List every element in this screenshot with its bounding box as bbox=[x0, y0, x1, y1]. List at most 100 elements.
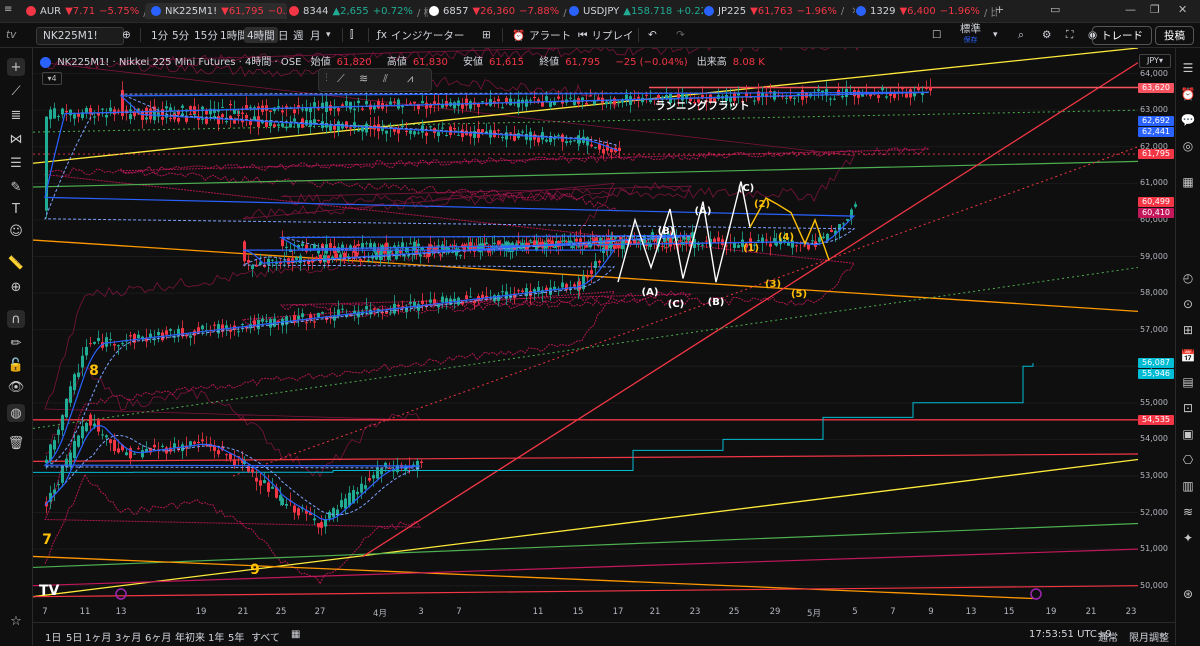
draw-line-icon[interactable]: ⟋ bbox=[337, 72, 345, 86]
replay-button[interactable]: ⏮ リプレイ bbox=[578, 27, 633, 43]
draw-channel-icon[interactable]: ⫽ bbox=[383, 72, 388, 86]
time-axis[interactable]: 7 11 13 19 21 25 27 4月 3 7 11 15 17 21 23 25 29 5月 5 7 9 13 15… bbox=[33, 604, 1138, 620]
range-button[interactable]: 年初来 bbox=[175, 629, 205, 644]
wave-label[interactable]: (3) bbox=[765, 279, 781, 290]
wave-label[interactable]: (A) bbox=[642, 287, 659, 298]
range-button[interactable]: 5日 bbox=[66, 629, 82, 644]
wave-label[interactable]: (A) bbox=[695, 206, 712, 217]
layout-name[interactable]: 標準 保存 bbox=[960, 24, 981, 45]
tab-1329[interactable]: 1329▼6,400−1.96%/ 比較✕ bbox=[850, 3, 997, 19]
range-button[interactable]: 1年 bbox=[208, 629, 224, 644]
wave-label[interactable]: (B) bbox=[708, 297, 725, 308]
draw-fib-icon[interactable]: ≋ bbox=[359, 72, 368, 85]
tab-usdjpy[interactable]: USDJPY▲158.718+0.22%✕ bbox=[563, 3, 703, 19]
tab-aur[interactable]: AUR▼7.71−5.75%/ 標準✕ bbox=[20, 3, 150, 19]
tab-nk225m1[interactable]: NK225M1!▼61,795−0.39%✕ bbox=[145, 3, 287, 19]
minimize-icon[interactable]: — bbox=[1125, 3, 1136, 16]
heatmap-icon[interactable]: ▥ bbox=[1180, 478, 1196, 494]
redo-icon[interactable]: ↷ bbox=[676, 27, 685, 43]
running-flat-annotation[interactable]: ランニングフラット bbox=[655, 98, 750, 113]
alerts-icon[interactable]: ⏰ bbox=[1180, 86, 1196, 102]
range-button[interactable]: 1日 bbox=[45, 629, 61, 644]
settings-icon[interactable]: ⚙ bbox=[1042, 27, 1051, 43]
depth-icon[interactable]: ≋ bbox=[1180, 504, 1196, 520]
hotlist-icon[interactable]: ⊡ bbox=[1180, 400, 1196, 416]
text-icon[interactable]: T bbox=[7, 200, 25, 218]
crosshair-icon[interactable]: + bbox=[7, 58, 25, 76]
interval-1m[interactable]: 1分 bbox=[151, 27, 168, 43]
undo-icon[interactable]: ↶ bbox=[648, 27, 657, 43]
fullscreen-icon[interactable]: ⛶ bbox=[1066, 27, 1073, 43]
brush-icon[interactable]: ✎ bbox=[7, 178, 25, 196]
range-button[interactable]: 3ヶ月 bbox=[115, 629, 141, 644]
layout-icon[interactable]: ▭ bbox=[1050, 3, 1060, 16]
chat-icon[interactable]: 💬 bbox=[1180, 112, 1196, 128]
zoom-icon[interactable]: ⊕ bbox=[7, 278, 25, 296]
wave-label[interactable]: (2) bbox=[754, 199, 770, 210]
new-tab-icon[interactable]: + bbox=[995, 3, 1004, 16]
wave-label[interactable]: (5) bbox=[791, 289, 807, 300]
magnet-icon[interactable]: ∩ bbox=[7, 310, 25, 328]
interval-15m[interactable]: 15分 bbox=[194, 27, 218, 43]
templates-icon[interactable]: ⊞ bbox=[482, 27, 491, 43]
pattern-icon[interactable]: ⋈ bbox=[7, 130, 25, 148]
notes-icon[interactable]: ▣ bbox=[1180, 426, 1196, 442]
quick-search-icon[interactable]: ⌕ bbox=[1018, 27, 1024, 43]
indicator-count-badge[interactable]: ▾4 bbox=[42, 72, 62, 85]
tab-8344[interactable]: 8344▲2,655+0.72%/ 標準✕ bbox=[283, 3, 428, 19]
candle-type-icon[interactable]: ⫿ bbox=[350, 27, 353, 43]
interval-week[interactable]: 週 bbox=[293, 27, 304, 43]
interval-4h[interactable]: 4時間 bbox=[244, 27, 278, 43]
price-chart[interactable]: TV bbox=[33, 48, 1138, 604]
tab-jp225[interactable]: JP225▼61,763−1.96%/✕ bbox=[698, 3, 855, 19]
screener-icon[interactable]: ⊞ bbox=[1180, 322, 1196, 338]
ideas-icon[interactable]: ◎ bbox=[1180, 138, 1196, 154]
calendar-icon[interactable]: ▦ bbox=[1180, 174, 1196, 190]
wave-label[interactable]: (C) bbox=[738, 183, 754, 194]
interval-day[interactable]: 日 bbox=[278, 27, 289, 43]
wave-label[interactable]: (B) bbox=[658, 226, 675, 237]
calendar2-icon[interactable]: 📅 bbox=[1180, 348, 1196, 364]
lock-drawing-icon[interactable]: ✏ bbox=[7, 334, 25, 352]
range-button[interactable]: 1ヶ月 bbox=[85, 629, 111, 644]
layout-box-icon[interactable]: ☐ bbox=[932, 27, 941, 43]
date-range-icon[interactable]: ▦ bbox=[291, 629, 300, 640]
interval-5m[interactable]: 5分 bbox=[172, 27, 189, 43]
trendline-icon[interactable]: ⟋ bbox=[7, 82, 25, 100]
stats-icon[interactable]: ▤ bbox=[1180, 374, 1196, 390]
trash-icon[interactable]: 🗑 bbox=[7, 434, 25, 452]
session-toggle[interactable]: 通常 bbox=[1098, 629, 1118, 644]
range-button[interactable]: 5年 bbox=[228, 629, 244, 644]
maximize-icon[interactable]: ❐ bbox=[1150, 3, 1160, 16]
news-icon[interactable]: ◴ bbox=[1180, 270, 1196, 286]
tab-6857[interactable]: 6857▼26,360−7.88%/ 標✕ bbox=[423, 3, 568, 19]
drag-handle-icon[interactable]: ⋮ bbox=[322, 73, 331, 83]
favorites-star-icon[interactable]: ☆ bbox=[7, 612, 25, 630]
wave-label[interactable]: 7 bbox=[42, 532, 52, 548]
chain-icon[interactable]: ⎔ bbox=[1180, 452, 1196, 468]
interval-month[interactable]: 月 bbox=[310, 27, 321, 43]
range-button[interactable]: すべて bbox=[251, 629, 280, 644]
emoji-icon[interactable]: ☺ bbox=[7, 222, 25, 240]
options-icon[interactable]: ✦ bbox=[1180, 530, 1196, 546]
legend-title[interactable]: NK225M1! · Nikkei 225 Mini Futures · 4時間… bbox=[57, 57, 301, 68]
ruler-icon[interactable]: 📏 bbox=[7, 254, 25, 272]
visibility-icon[interactable]: 👁 bbox=[7, 378, 25, 396]
fib-icon[interactable]: ≣ bbox=[7, 106, 25, 124]
wave-label[interactable]: (C) bbox=[668, 299, 684, 310]
layout-dropdown-icon[interactable]: ▾ bbox=[993, 27, 998, 43]
trade-button[interactable]: トレード bbox=[1092, 26, 1152, 45]
close-window-icon[interactable]: ✕ bbox=[1178, 3, 1187, 16]
wave-label[interactable]: (1) bbox=[743, 243, 759, 254]
watchlist-icon[interactable]: ☰ bbox=[1180, 60, 1196, 76]
currency-select[interactable]: JPY▾ bbox=[1139, 54, 1171, 68]
alert-button[interactable]: ⏰ アラート bbox=[512, 27, 571, 43]
wave-label[interactable]: 8 bbox=[89, 363, 99, 379]
projection-icon[interactable]: ☰ bbox=[7, 154, 25, 172]
indicators-button[interactable]: ƒx インジケーター bbox=[377, 27, 464, 43]
wave-label[interactable]: (4) bbox=[778, 232, 794, 243]
range-button[interactable]: 6ヶ月 bbox=[145, 629, 171, 644]
symbol-search-button[interactable]: NK225M1! bbox=[36, 27, 124, 45]
pine-icon[interactable]: ⊙ bbox=[1180, 296, 1196, 312]
globe-icon[interactable]: ◍ bbox=[7, 404, 25, 422]
